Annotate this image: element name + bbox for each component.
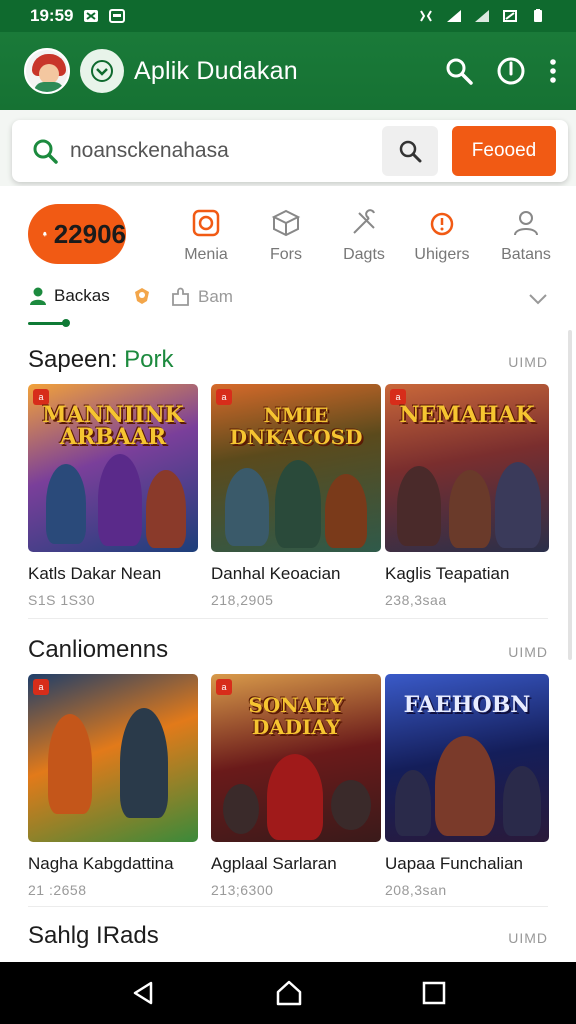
game-card[interactable]: a NEMAHAK Kaglis Teapatian 238,3saa [385,384,555,608]
category-label: Batans [501,246,551,263]
tab-bar: Backas Bam [8,282,568,330]
power-icon[interactable] [496,56,526,86]
wifi-icon [447,10,461,22]
status-time: 19:59 [30,6,74,25]
game-card[interactable]: a NMIE DNKACOSD Danhal Keoacian 218,2905 [211,384,381,608]
tab-backas[interactable]: Backas [28,286,110,306]
see-more-link[interactable]: UIMD [508,354,548,370]
search-area: noansckenahasa Feooed [0,110,576,186]
game-card[interactable]: FAEHOBN Uapaa Funchalian 208,3san [385,674,555,898]
category-label: Fors [270,246,302,263]
divider [28,618,548,619]
recents-icon[interactable] [422,981,446,1005]
game-stats: 218,2905 [211,592,274,608]
game-thumbnail: a MANNIINK ARBAAR [28,384,198,552]
game-card[interactable]: a SONAEY DADIAY Agplaal Sarlaran 213;630… [211,674,381,898]
section-title: Sahlg IRads [28,922,159,949]
game-stats: 238,3saa [385,592,447,608]
main-content: 22906 Menia Fors Dagts Uhigers Batans Ba… [8,186,568,962]
chevron-down-icon [91,60,113,82]
home-icon[interactable] [275,979,303,1007]
divider [28,906,548,907]
section-header: Sapeen: Pork UIMD [28,346,548,374]
category-menia[interactable]: Menia [166,208,246,264]
action-button[interactable]: Feooed [452,126,556,176]
account-switch-button[interactable] [80,49,124,93]
section-title: Canliomenns [28,636,169,663]
badge-icon [135,288,149,304]
game-logo: NMIE DNKACOSD [229,403,363,449]
app-title: Aplik Dudakan [134,56,298,85]
search-icon [399,140,422,163]
section-title: Sapeen: Pork [28,346,174,373]
category-label: Menia [184,246,228,263]
screenshot-icon [109,9,126,23]
category-label: Dagts [343,246,385,263]
game-title: Katls Dakar Nean [28,564,162,583]
search-input[interactable]: noansckenahasa [70,139,370,163]
search-icon [33,139,58,164]
game-logo: SONAEY DADIAY [248,693,344,739]
alert-icon [430,212,454,236]
game-logo: FAEHOBN [403,692,531,718]
section-header: Canliomenns UIMD [28,636,548,664]
tab-label: Bam [198,287,233,306]
game-stats: 208,3san [385,882,447,898]
game-thumbnail: a NEMAHAK [385,384,549,552]
clock-icon [192,209,220,237]
person-icon [30,287,46,305]
section-header: Sahlg IRads UIMD [28,922,548,950]
points-value: 22906 [53,218,126,249]
game-stats: 213;6300 [211,882,274,898]
puzzle-icon [172,287,189,306]
game-title: Agplaal Sarlaran [211,854,337,873]
game-card[interactable]: a Nagha Kabgdattina 21 :2658 [28,674,198,898]
game-title: Nagha Kabgdattina [28,854,174,873]
more-vert-icon[interactable] [548,56,558,86]
game-title: Danhal Keoacian [211,564,341,583]
vibrate-icon [420,10,432,22]
game-stats: 21 :2658 [28,882,87,898]
app-bar: Aplik Dudakan [0,32,576,110]
person-icon [514,211,538,236]
category-fors[interactable]: Fors [246,208,326,264]
category-row: 22906 Menia Fors Dagts Uhigers Batans [8,200,568,280]
system-nav-bar [0,962,576,1024]
scrollbar[interactable] [568,330,572,660]
game-thumbnail: FAEHOBN [385,674,549,842]
box-icon [271,209,301,237]
category-dagts[interactable]: Dagts [324,208,404,264]
search-bar: noansckenahasa Feooed [12,120,568,182]
game-logo: NEMAHAK [399,402,535,428]
back-icon[interactable] [130,980,156,1006]
search-icon[interactable] [444,56,474,86]
tools-icon [353,209,375,234]
see-more-link[interactable]: UIMD [508,644,548,660]
category-uhigers[interactable]: Uhigers [402,208,482,264]
battery-icon [534,9,542,22]
tab-bam[interactable]: Bam [170,286,233,308]
see-more-link[interactable]: UIMD [508,930,548,946]
category-batans[interactable]: Batans [486,208,566,264]
tab-badge[interactable] [132,286,152,306]
bell-icon [42,231,47,237]
game-title: Uapaa Funchalian [385,854,523,873]
game-thumbnail: a NMIE DNKACOSD [211,384,381,552]
signal-icon [475,10,489,22]
game-logo: MANNIINK ARBAAR [42,402,184,450]
status-bar: 19:59 [0,0,576,32]
chevron-down-icon[interactable] [528,292,548,306]
notification-icon [84,10,99,22]
search-button[interactable] [382,126,438,176]
game-title: Kaglis Teapatian [385,564,510,583]
avatar[interactable] [24,48,70,94]
tab-label: Backas [54,286,110,305]
category-label: Uhigers [414,246,470,263]
game-stats: S1S 1S30 [28,592,96,608]
data-icon [503,10,517,22]
game-card[interactable]: a MANNIINK ARBAAR Katls Dakar Nean S1S 1… [28,384,198,608]
game-thumbnail: a [28,674,198,842]
points-badge[interactable]: 22906 [28,204,126,264]
game-thumbnail: a SONAEY DADIAY [211,674,381,842]
